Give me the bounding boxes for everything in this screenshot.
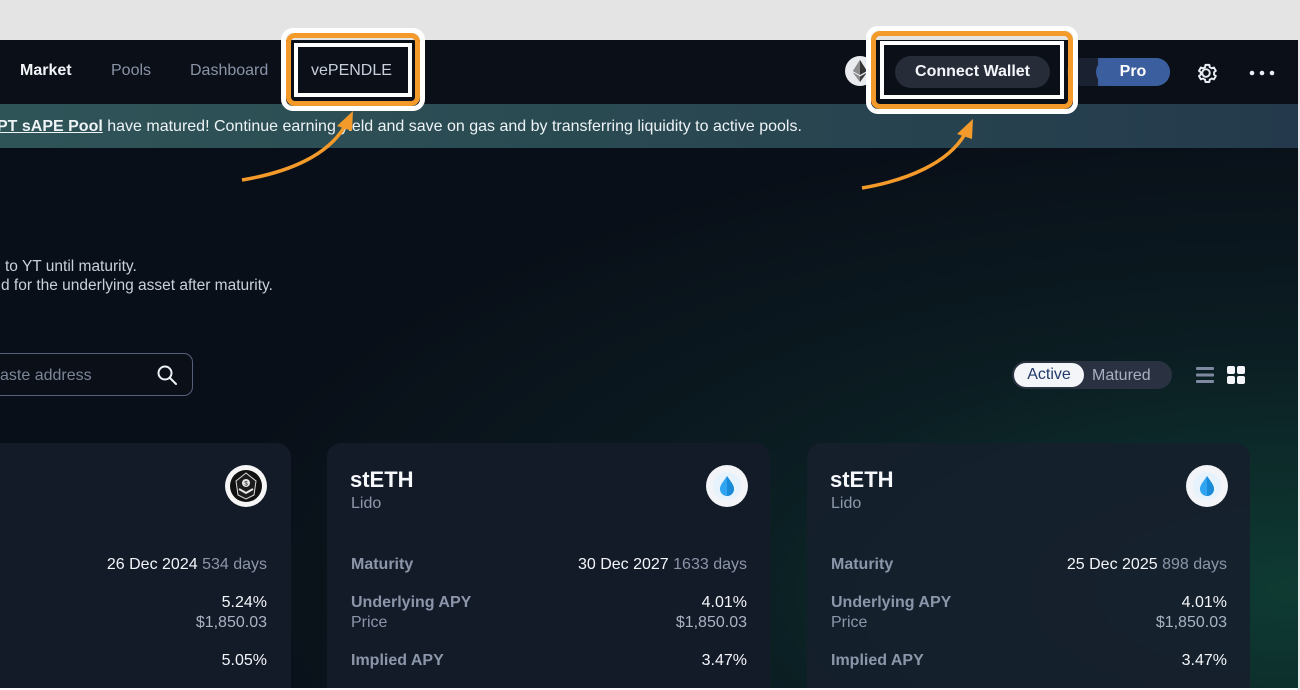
- card2-title: stETH: [350, 467, 414, 492]
- search-input-placeholder[interactable]: aste address: [0, 367, 92, 385]
- card2-underlying-label: Underlying APY: [351, 594, 472, 611]
- card2-price-label: Price: [351, 614, 388, 631]
- more-options-icon[interactable]: [1248, 60, 1276, 86]
- card3-underlying-label: Underlying APY: [831, 594, 952, 611]
- filter-active-button[interactable]: Active: [1014, 363, 1084, 387]
- card3-maturity-date: 25 Dec 2025: [1066, 556, 1158, 573]
- card3-underlying-apy: 4.01%: [1181, 594, 1227, 611]
- matured-pool-banner: PT sAPE Pool have matured! Continue earn…: [0, 104, 1298, 148]
- card2-maturity-days: 1633 days: [673, 556, 747, 573]
- card2-maturity-value: 30 Dec 2027 1633 days: [578, 556, 747, 574]
- list-view-icon[interactable]: [1196, 366, 1214, 384]
- settings-gear-icon[interactable]: [1193, 60, 1219, 86]
- description-line-2: d for the underlying asset after maturit…: [1, 277, 273, 294]
- app-window: Market Pools Dashboard vePENDLE Connect …: [0, 40, 1298, 688]
- card3-subtitle: Lido: [831, 495, 862, 512]
- lido-drop-icon: [706, 465, 748, 507]
- ethereum-icon: [853, 60, 867, 82]
- card2-implied-apy: 3.47%: [701, 652, 747, 669]
- card2-implied-label: Implied APY: [351, 652, 444, 669]
- card3-price: $1,850.03: [1155, 614, 1227, 631]
- card3-implied-apy: 3.47%: [1181, 652, 1227, 669]
- ape-coin-icon: $: [230, 470, 262, 502]
- card3-title: stETH: [830, 467, 894, 492]
- card3-maturity-days: 898 days: [1162, 556, 1227, 573]
- card2-maturity-label: Maturity: [351, 556, 414, 573]
- description-line-1: to YT until maturity.: [5, 258, 137, 275]
- card3-maturity-value: 25 Dec 2025 898 days: [1067, 556, 1227, 574]
- card1-maturity-days: 534 days: [202, 556, 267, 573]
- nav-market[interactable]: Market: [20, 62, 72, 80]
- grid-view-icon[interactable]: [1227, 366, 1245, 384]
- banner-pool-link[interactable]: PT sAPE Pool: [0, 118, 103, 135]
- nav-pools[interactable]: Pools: [111, 62, 151, 80]
- lido-logo-icon: [1193, 472, 1221, 500]
- nav-dashboard[interactable]: Dashboard: [190, 62, 268, 80]
- screenshot-frame: Market Pools Dashboard vePENDLE Connect …: [0, 0, 1300, 690]
- search-icon[interactable]: [155, 363, 179, 387]
- ape-token-icon: $: [225, 465, 267, 507]
- card3-implied-label: Implied APY: [831, 652, 924, 669]
- card2-price: $1,850.03: [675, 614, 747, 631]
- card1-implied-apy: 5.05%: [221, 652, 267, 669]
- lido-logo-icon: [713, 472, 741, 500]
- card2-maturity-date: 30 Dec 2027: [577, 556, 669, 573]
- card3-maturity-label: Maturity: [831, 556, 894, 573]
- connect-wallet-highlight-inner: [880, 41, 1064, 99]
- card1-price: $1,850.03: [195, 614, 267, 631]
- card1-maturity-date: 26 Dec 2024: [106, 556, 198, 573]
- card1-underlying-apy: 5.24%: [221, 594, 267, 611]
- card1-maturity-value: 26 Dec 2024 534 days: [107, 556, 267, 574]
- vependle-highlight-inner: [294, 43, 412, 97]
- browser-top-strip: [0, 0, 1300, 40]
- top-navigation: Market Pools Dashboard vePENDLE Connect …: [0, 40, 1298, 104]
- pro-toggle-button[interactable]: Pro: [1096, 58, 1170, 86]
- banner-message: have matured! Continue earning yield and…: [102, 118, 802, 135]
- banner-text: PT sAPE Pool have matured! Continue earn…: [0, 118, 802, 136]
- card3-price-label: Price: [831, 614, 868, 631]
- lido-drop-icon: [1186, 465, 1228, 507]
- filter-matured-button[interactable]: Matured: [1092, 367, 1151, 385]
- card2-underlying-apy: 4.01%: [701, 594, 747, 611]
- card2-subtitle: Lido: [351, 495, 382, 512]
